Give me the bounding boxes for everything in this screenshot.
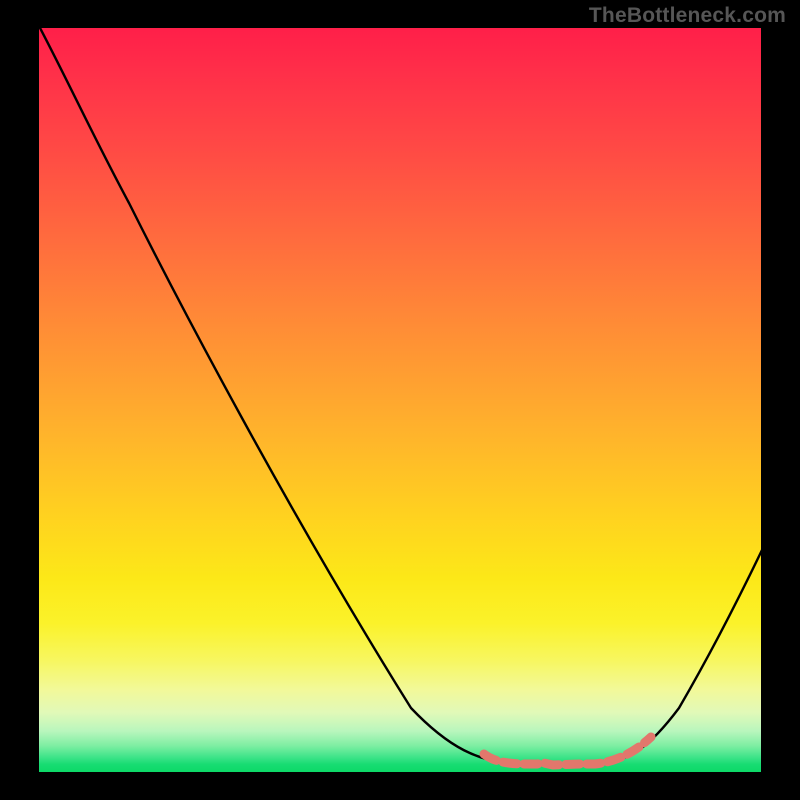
sweet-spot-highlight xyxy=(484,737,651,765)
plot-area xyxy=(39,28,761,772)
attribution-text: TheBottleneck.com xyxy=(589,4,786,28)
bottleneck-curve xyxy=(39,28,761,764)
curve-overlay xyxy=(39,28,761,772)
chart-container: TheBottleneck.com xyxy=(0,0,800,800)
